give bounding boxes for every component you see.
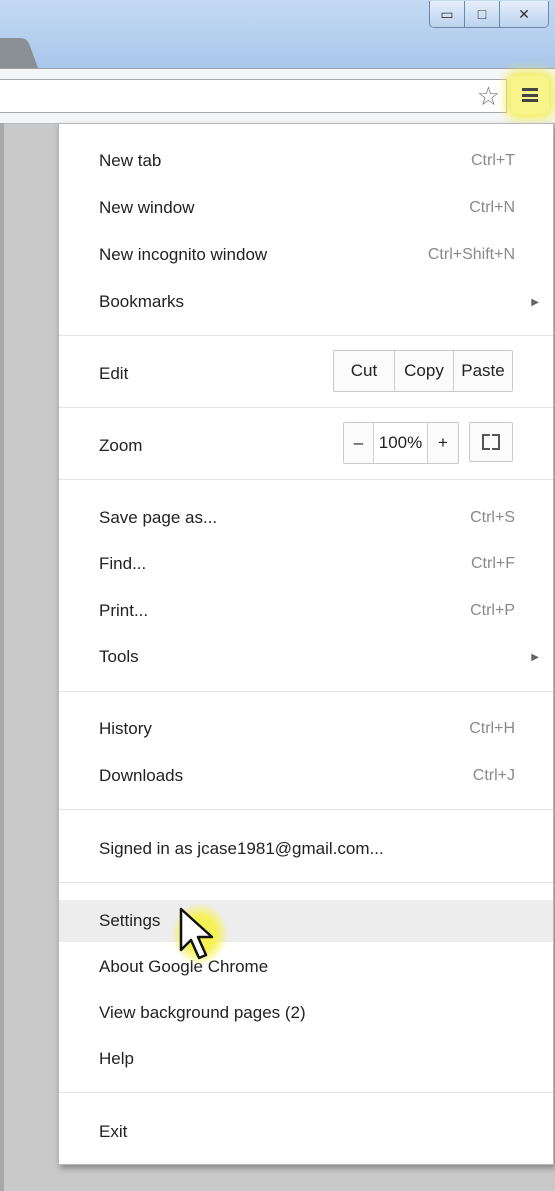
window-left-edge <box>0 123 4 1191</box>
hamburger-menu-icon <box>522 88 538 102</box>
maximize-button[interactable]: □ <box>465 1 500 27</box>
close-icon: ✕ <box>518 5 530 22</box>
menu-separator <box>59 335 553 336</box>
menu-item-view-background-pages[interactable]: View background pages (2) <box>59 993 553 1033</box>
menu-item-label: Print... <box>99 601 149 620</box>
menu-separator <box>59 882 553 883</box>
menu-item-label: View background pages (2) <box>99 1003 306 1022</box>
edit-button-group: Cut Copy Paste <box>333 350 513 392</box>
menu-item-label: Tools <box>99 647 139 666</box>
copy-button[interactable]: Copy <box>395 351 454 391</box>
menu-item-label: Zoom <box>99 436 143 455</box>
mouse-pointer-icon <box>179 907 214 960</box>
menu-item-print[interactable]: Print... Ctrl+P <box>59 591 553 631</box>
menu-item-label: History <box>99 719 152 738</box>
menu-separator <box>59 479 553 480</box>
menu-item-label: Downloads <box>99 766 184 785</box>
menu-item-new-tab[interactable]: New tab Ctrl+T <box>59 141 553 181</box>
menu-item-history[interactable]: History Ctrl+H <box>59 709 553 749</box>
menu-item-tools[interactable]: Tools ▶ <box>59 637 553 677</box>
chrome-menu-button[interactable] <box>511 76 549 114</box>
menu-item-shortcut: Ctrl+S <box>470 509 515 526</box>
browser-tab[interactable] <box>0 38 38 68</box>
menu-separator <box>59 809 553 810</box>
menu-item-label: Help <box>99 1049 134 1068</box>
menu-item-label: Find... <box>99 554 147 573</box>
menu-item-exit[interactable]: Exit <box>59 1112 553 1152</box>
menu-item-about-google-chrome[interactable]: About Google Chrome <box>59 947 553 987</box>
paste-button[interactable]: Paste <box>454 351 512 391</box>
menu-item-label: Edit <box>99 364 129 383</box>
address-bar[interactable]: ☆ <box>0 79 507 113</box>
menu-item-label: Signed in as jcase1981@gmail.com... <box>99 839 384 858</box>
menu-item-shortcut: Ctrl+Shift+N <box>427 246 515 263</box>
menu-item-downloads[interactable]: Downloads Ctrl+J <box>59 756 553 796</box>
zoom-out-button[interactable]: – <box>344 423 374 463</box>
chrome-main-menu: New tab Ctrl+T New window Ctrl+N New inc… <box>58 123 554 1165</box>
browser-toolbar: ☆ <box>0 68 555 124</box>
zoom-level: 100% <box>374 423 428 463</box>
menu-item-label: Settings <box>99 911 161 930</box>
menu-item-label: New incognito window <box>99 245 268 264</box>
menu-item-shortcut: Ctrl+H <box>469 720 515 737</box>
window-titlebar: ▭ □ ✕ <box>0 0 555 68</box>
menu-item-shortcut: Ctrl+P <box>470 602 515 619</box>
menu-separator <box>59 1092 553 1093</box>
menu-item-label: New window <box>99 198 195 217</box>
fullscreen-button[interactable] <box>469 422 513 462</box>
menu-item-shortcut: Ctrl+F <box>471 555 515 572</box>
menu-item-label: Exit <box>99 1122 128 1141</box>
submenu-arrow-icon: ▶ <box>531 296 539 308</box>
menu-item-shortcut: Ctrl+N <box>469 199 515 216</box>
window-controls: ▭ □ ✕ <box>429 1 549 28</box>
menu-item-label: New tab <box>99 151 162 170</box>
menu-separator <box>59 407 553 408</box>
minimize-icon: ▭ <box>440 5 454 22</box>
menu-item-find[interactable]: Find... Ctrl+F <box>59 544 553 584</box>
menu-item-new-incognito-window[interactable]: New incognito window Ctrl+Shift+N <box>59 235 553 275</box>
maximize-icon: □ <box>477 6 487 22</box>
menu-item-shortcut: Ctrl+J <box>472 767 515 784</box>
menu-item-settings[interactable]: Settings <box>59 900 553 942</box>
zoom-in-button[interactable]: + <box>428 423 458 463</box>
menu-item-help[interactable]: Help <box>59 1039 553 1079</box>
menu-item-label: Save page as... <box>99 508 218 527</box>
menu-item-signed-in[interactable]: Signed in as jcase1981@gmail.com... <box>59 829 553 869</box>
menu-item-new-window[interactable]: New window Ctrl+N <box>59 188 553 228</box>
menu-item-shortcut: Ctrl+T <box>471 152 515 169</box>
menu-item-save-page-as[interactable]: Save page as... Ctrl+S <box>59 498 553 538</box>
menu-item-bookmarks[interactable]: Bookmarks ▶ <box>59 282 553 322</box>
minimize-button[interactable]: ▭ <box>430 1 465 27</box>
zoom-control-group: – 100% + <box>343 422 459 464</box>
star-icon[interactable]: ☆ <box>477 82 500 110</box>
submenu-arrow-icon: ▶ <box>531 651 539 663</box>
cut-button[interactable]: Cut <box>334 351 395 391</box>
menu-item-label: Bookmarks <box>99 292 185 311</box>
menu-separator <box>59 691 553 692</box>
close-button[interactable]: ✕ <box>500 1 548 27</box>
